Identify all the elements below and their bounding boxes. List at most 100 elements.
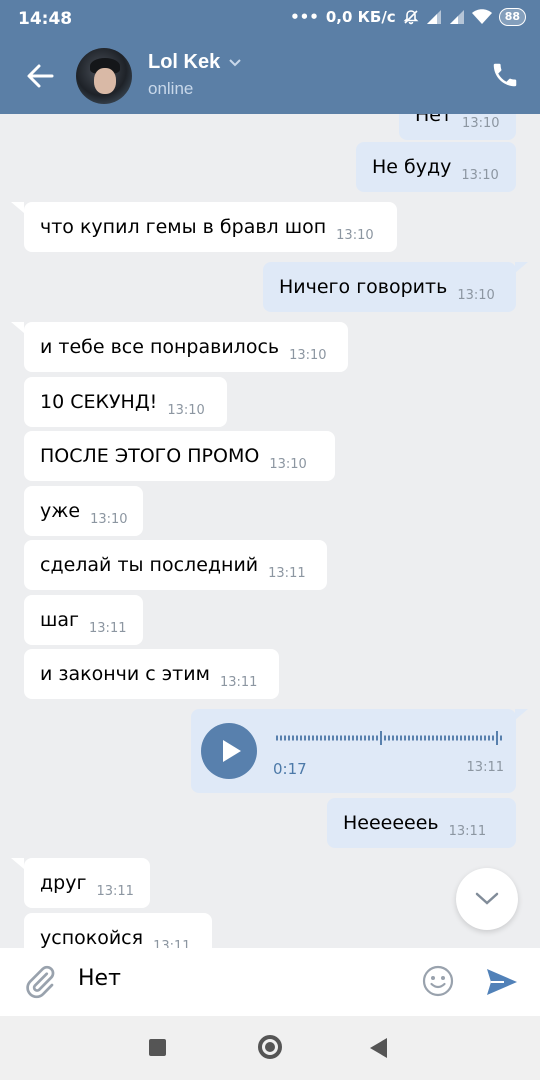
waveform-bar (280, 735, 282, 741)
message-incoming[interactable]: друг 13:11 (24, 858, 150, 908)
waveform-bar (276, 735, 278, 741)
waveform-bar (300, 735, 302, 741)
voice-duration: 0:17 (273, 760, 307, 778)
chevron-down-icon (229, 58, 241, 66)
composer (0, 948, 540, 1016)
waveform-bar (368, 735, 370, 741)
message-list[interactable]: Нет 13:10 Не буду 13:10 что купил гемы в б… (0, 114, 540, 948)
message-outgoing[interactable]: Нееееееь 13:11 (327, 798, 516, 848)
avatar-face (94, 68, 116, 94)
waveform-bar (376, 735, 378, 741)
contact-name: Lol Kek (148, 51, 221, 73)
waveform-bar (308, 735, 310, 741)
waveform-bar (496, 731, 498, 745)
waveform-bar (392, 735, 394, 741)
bubble-tail (11, 858, 24, 869)
mute-icon (403, 10, 419, 25)
waveform-bar (344, 735, 346, 741)
waveform-bar (440, 735, 442, 741)
message-incoming[interactable]: 10 СЕКУНД! 13:10 (24, 377, 227, 427)
back-arrow-icon[interactable] (22, 58, 58, 94)
smile-icon[interactable] (421, 964, 455, 998)
waveform-bar (432, 735, 434, 741)
waveform-bar (424, 735, 426, 741)
waveform-bar (444, 735, 446, 741)
recent-apps-icon[interactable] (149, 1039, 166, 1056)
message-incoming[interactable]: шаг 13:11 (24, 595, 143, 645)
waveform-bar (324, 735, 326, 741)
waveform-bar (452, 735, 454, 741)
waveform-bar (328, 735, 330, 741)
contact-status: online (148, 79, 194, 98)
waveform-bar (332, 735, 334, 741)
waveform-bar (284, 735, 286, 741)
back-icon[interactable] (370, 1038, 387, 1058)
waveform-bar (320, 735, 322, 741)
waveform-bar (476, 735, 478, 741)
message-incoming[interactable]: уже 13:10 (24, 486, 143, 536)
waveform-bar (472, 735, 474, 741)
message-incoming[interactable]: и тебе все понравилось 13:10 (24, 322, 348, 372)
waveform-bar (448, 735, 450, 741)
home-icon[interactable] (258, 1035, 282, 1059)
message-input[interactable] (78, 966, 398, 991)
bubble-tail (11, 202, 24, 213)
voice-message[interactable]: 0:17 13:11 (191, 709, 516, 793)
contact-name-row[interactable]: Lol Kek (148, 51, 242, 74)
waveform-bar (492, 735, 494, 741)
waveform-bar (416, 735, 418, 741)
network-speed: 0,0 КБ/с (325, 8, 396, 26)
message-incoming[interactable]: сделай ты последний 13:11 (24, 540, 327, 590)
phone-icon[interactable] (490, 60, 520, 90)
waveform-bar (408, 735, 410, 741)
waveform-bar (360, 735, 362, 741)
bubble-tail (11, 322, 24, 333)
waveform-bar (396, 735, 398, 741)
waveform-bar (336, 735, 338, 741)
signal-2-icon (449, 10, 464, 24)
waveform-bar (488, 735, 490, 741)
waveform-bar (352, 735, 354, 741)
waveform-bar (388, 735, 390, 741)
status-time: 14:48 (18, 9, 73, 29)
waveform-bar (288, 735, 290, 741)
more-dots-icon: ••• (290, 8, 319, 26)
waveform-bar (400, 735, 402, 741)
message-incoming[interactable]: что купил гемы в бравл шоп 13:10 (24, 202, 397, 252)
waveform-bar (480, 735, 482, 741)
chevron-down-icon (475, 892, 499, 905)
message-incoming[interactable]: ПОСЛЕ ЭТОГО ПРОМО 13:10 (24, 431, 335, 481)
waveform-bar (460, 735, 462, 741)
scroll-down-button[interactable] (456, 868, 518, 930)
paperclip-icon[interactable] (22, 964, 58, 1000)
waveform-bar (340, 735, 342, 741)
waveform-bar (380, 731, 382, 745)
chat-header: Lol Kek online (0, 36, 540, 114)
waveform[interactable] (275, 727, 503, 749)
waveform-bar (304, 735, 306, 741)
message-outgoing[interactable]: Нет 13:10 (399, 114, 516, 140)
waveform-bar (364, 735, 366, 741)
bubble-tail (515, 262, 528, 273)
waveform-bar (296, 735, 298, 741)
waveform-bar (468, 735, 470, 741)
message-outgoing[interactable]: Не буду 13:10 (356, 142, 516, 192)
send-icon[interactable] (484, 964, 520, 1000)
waveform-bar (404, 735, 406, 741)
wifi-icon (471, 9, 492, 24)
status-bar: 14:48 ••• 0,0 КБ/с 88 (0, 0, 540, 36)
signal-icon (426, 10, 441, 24)
waveform-bar (464, 735, 466, 741)
message-incoming[interactable]: успокойся 13:11 (24, 913, 212, 948)
message-outgoing[interactable]: Ничего говорить 13:10 (263, 262, 516, 312)
message-incoming[interactable]: и закончи с этим 13:11 (24, 649, 279, 699)
waveform-bar (372, 735, 374, 741)
battery-level: 88 (498, 8, 526, 26)
waveform-bar (384, 735, 386, 741)
waveform-bar (484, 735, 486, 741)
play-button[interactable] (201, 723, 257, 779)
voice-time: 13:11 (466, 760, 504, 775)
avatar[interactable] (76, 48, 132, 104)
waveform-bar (348, 735, 350, 741)
waveform-bar (456, 735, 458, 741)
